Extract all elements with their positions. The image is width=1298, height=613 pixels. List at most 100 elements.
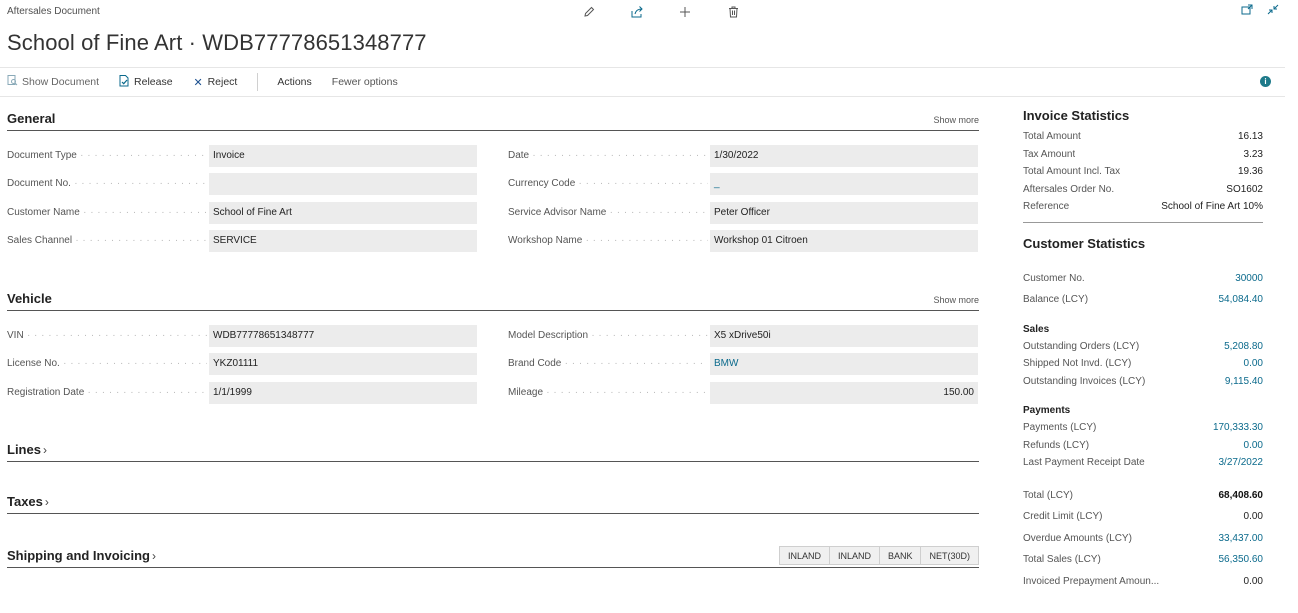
delete-icon[interactable] <box>709 3 757 21</box>
mileage-label: Mileage <box>508 387 708 398</box>
total-row: Total (LCY) 68,408.60 <box>1023 487 1263 505</box>
factbox-divider <box>1023 221 1263 223</box>
model-description-field: Model Description X5 xDrive50i <box>508 325 980 347</box>
service-advisor-value[interactable]: Peter Officer <box>710 202 978 224</box>
sales-row: Outstanding Invoices (LCY) 9,115.40 <box>1023 373 1263 391</box>
info-icon[interactable]: i <box>1260 76 1271 87</box>
customer-no-row: Customer No. 30000 <box>1023 270 1263 288</box>
stat-label: Total Amount Incl. Tax <box>1023 166 1121 178</box>
shipping-tag: BANK <box>879 546 922 565</box>
vehicle-section-header[interactable]: Vehicle Show more <box>7 289 979 311</box>
stat-link[interactable]: 56,350.60 <box>1219 554 1264 565</box>
lines-section-title: Lines › <box>7 442 47 457</box>
page-title: School of Fine Art · WDB77778651348777 <box>7 30 427 55</box>
customer-statistics-title: Customer Statistics <box>1023 235 1146 251</box>
mileage-value[interactable]: 150.00 <box>710 382 978 404</box>
customer-name-value[interactable]: School of Fine Art <box>209 202 477 224</box>
stat-label: Tax Amount <box>1023 148 1076 160</box>
shipping-tag: INLAND <box>778 546 830 565</box>
stat-row-tax-amount: Tax Amount 3.23 <box>1023 146 1263 164</box>
sales-channel-label: Sales Channel <box>7 235 207 246</box>
stat-label: Credit Limit (LCY) <box>1023 511 1103 523</box>
stat-label: Aftersales Order No. <box>1023 183 1115 195</box>
currency-code-value[interactable]: _ <box>710 173 978 195</box>
payments-row: Payments (LCY) 170,333.30 <box>1023 419 1263 437</box>
stat-value: 0.00 <box>1243 511 1263 523</box>
document-no-value[interactable] <box>209 173 477 195</box>
release-button[interactable]: Release <box>119 74 173 90</box>
page-caption: Aftersales Document <box>7 6 100 17</box>
reject-button[interactable]: ✕ Reject <box>193 76 238 89</box>
registration-date-value[interactable]: 1/1/1999 <box>209 382 477 404</box>
date-value[interactable]: 1/30/2022 <box>710 145 978 167</box>
balance-link[interactable]: 54,084.40 <box>1219 294 1264 305</box>
mileage-field: Mileage 150.00 <box>508 382 980 404</box>
balance-row: Balance (LCY) 54,084.40 <box>1023 291 1263 309</box>
document-no-field: Document No. <box>7 173 479 195</box>
model-description-label: Model Description <box>508 330 708 341</box>
shipping-section-title: Shipping and Invoicing › <box>7 548 156 563</box>
taxes-section-header[interactable]: Taxes › <box>7 492 979 514</box>
show-document-label: Show Document <box>22 76 100 88</box>
factbox-pane: Invoice Statistics Total Amount 16.13 Tax… <box>1023 108 1263 590</box>
fewer-options-button[interactable]: Fewer options <box>332 76 398 88</box>
header-toolbar <box>565 3 757 21</box>
stat-value: 68,408.60 <box>1218 489 1264 501</box>
chevron-right-icon: › <box>44 495 49 509</box>
brand-code-field: Brand Code BMW <box>508 353 980 375</box>
shipping-tag: INLAND <box>829 546 880 565</box>
stat-value: SO1602 <box>1226 183 1263 195</box>
document-search-icon <box>7 75 18 89</box>
stat-link[interactable]: 9,115.40 <box>1225 376 1263 387</box>
general-section-header[interactable]: General Show more <box>7 109 979 131</box>
customer-no-link[interactable]: 30000 <box>1235 273 1263 284</box>
sales-subtitle: Sales <box>1023 323 1050 335</box>
invoiced-prepayment-row: Invoiced Prepayment Amoun... 0.00 <box>1023 573 1263 591</box>
edit-icon[interactable] <box>565 3 613 21</box>
stat-link[interactable]: 5,208.80 <box>1224 341 1263 352</box>
stat-link[interactable]: 0.00 <box>1244 358 1263 369</box>
show-document-button[interactable]: Show Document <box>7 75 99 89</box>
open-new-window-icon[interactable] <box>1240 4 1254 18</box>
workshop-name-value[interactable]: Workshop 01 Citroen <box>710 230 978 252</box>
license-no-value[interactable]: YKZ01111 <box>209 353 477 375</box>
document-type-field: Document Type Invoice <box>7 145 479 167</box>
add-icon[interactable] <box>661 3 709 21</box>
payments-row: Last Payment Receipt Date 3/27/2022 <box>1023 454 1263 472</box>
registration-date-label: Registration Date <box>7 387 207 398</box>
actions-menu-button[interactable]: Actions <box>277 76 311 88</box>
share-icon[interactable] <box>613 3 661 21</box>
stat-label: Shipped Not Invd. (LCY) <box>1023 358 1132 370</box>
stat-row-reference: Reference School of Fine Art 10% <box>1023 198 1263 216</box>
stat-link[interactable]: 0.00 <box>1244 440 1263 451</box>
stat-label: Total (LCY) <box>1023 489 1074 501</box>
stat-link[interactable]: 170,333.30 <box>1213 422 1263 433</box>
customer-name-field: Customer Name School of Fine Art <box>7 202 479 224</box>
reject-icon: ✕ <box>193 76 203 89</box>
sales-row: Outstanding Orders (LCY) 5,208.80 <box>1023 338 1263 356</box>
document-type-value[interactable]: Invoice <box>209 145 477 167</box>
release-icon <box>119 74 130 90</box>
collapse-icon[interactable] <box>1266 4 1280 18</box>
chevron-right-icon: › <box>42 443 47 457</box>
header-right-tools <box>1240 4 1280 18</box>
sales-channel-value[interactable]: SERVICE <box>209 230 477 252</box>
stat-link[interactable]: 33,437.00 <box>1219 533 1264 544</box>
stat-link[interactable]: 3/27/2022 <box>1219 457 1264 468</box>
payments-subtitle: Payments <box>1023 405 1071 416</box>
vehicle-show-more-link[interactable]: Show more <box>933 295 979 305</box>
brand-code-value[interactable]: BMW <box>710 353 978 375</box>
payments-row: Refunds (LCY) 0.00 <box>1023 437 1263 455</box>
registration-date-field: Registration Date 1/1/1999 <box>7 382 479 404</box>
reject-label: Reject <box>207 76 238 88</box>
stat-label: Reference <box>1023 201 1070 213</box>
lines-section-header[interactable]: Lines › <box>7 440 979 462</box>
taxes-section-title: Taxes › <box>7 494 49 509</box>
model-description-value[interactable]: X5 xDrive50i <box>710 325 978 347</box>
stat-label: Last Payment Receipt Date <box>1023 457 1145 469</box>
actions-label: Actions <box>277 76 312 88</box>
vin-value[interactable]: WDB77778651348777 <box>209 325 477 347</box>
general-show-more-link[interactable]: Show more <box>933 115 979 125</box>
shipping-summary-tags: INLAND INLAND BANK NET(30D) <box>778 546 979 565</box>
service-advisor-label: Service Advisor Name <box>508 207 708 218</box>
